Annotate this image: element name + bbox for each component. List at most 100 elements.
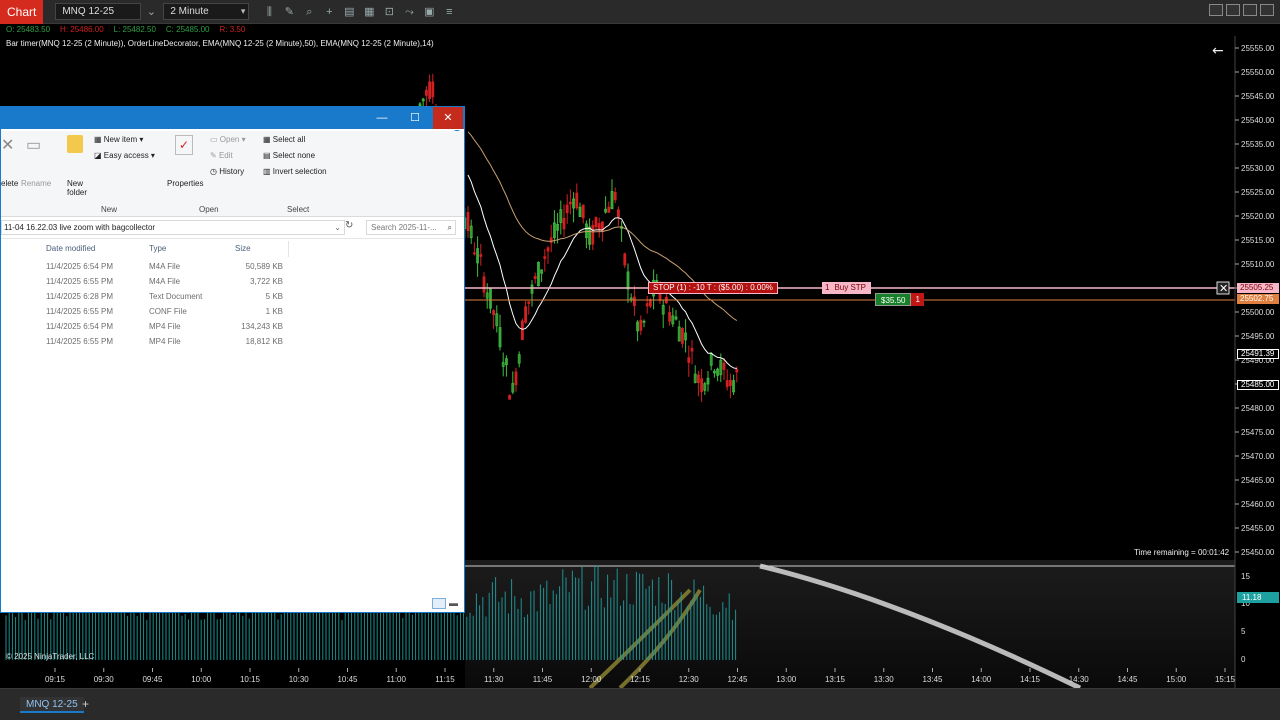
list-item[interactable]: 11/4/2025 6:55 PM M4A File 3,722 KB xyxy=(1,274,464,289)
column-size[interactable]: Size xyxy=(235,244,251,253)
buy-stop-tag[interactable]: 1 Buy STP xyxy=(822,282,872,294)
delete-button[interactable]: elete xyxy=(1,179,18,188)
close-icon[interactable]: ✕ xyxy=(433,107,463,129)
stop-price-tag-upper: 25505.25 xyxy=(1237,283,1279,293)
candle-body xyxy=(690,347,694,352)
open-button[interactable]: ▭ Open ▾ xyxy=(210,135,246,144)
properties-icon[interactable]: ▦ xyxy=(359,3,379,21)
draw-tool-icon[interactable]: ✎ xyxy=(279,3,299,21)
volume-tick-label: 15 xyxy=(1241,572,1250,581)
new-folder-button[interactable]: New folder xyxy=(67,179,95,197)
candle-body xyxy=(527,301,531,304)
templates-icon[interactable]: ▤ xyxy=(339,3,359,21)
candle-body xyxy=(546,247,550,252)
window-controls xyxy=(1209,4,1274,16)
search-input[interactable]: Search 2025-11-... ⌕ xyxy=(366,220,456,235)
select-all-label: Select all xyxy=(272,135,306,144)
strategies-icon[interactable]: ⊡ xyxy=(379,3,399,21)
invert-selection-button[interactable]: ▥ Invert selection xyxy=(263,167,327,176)
file-size: 134,243 KB xyxy=(241,322,283,331)
chevron-down-icon[interactable]: ⌄ xyxy=(141,3,161,21)
easy-access-button[interactable]: ◪ Easy access ▾ xyxy=(94,151,155,160)
refresh-icon[interactable]: ↻ xyxy=(345,220,353,231)
candle-body xyxy=(521,320,524,341)
chart-trader-icon[interactable]: ▣ xyxy=(419,3,439,21)
candle-body xyxy=(533,275,537,280)
price-tick-label: 25495.00 xyxy=(1241,332,1275,341)
candle-body xyxy=(645,303,649,307)
bar-type-icon[interactable]: ⫼ xyxy=(259,3,279,21)
edit-button[interactable]: ✎ Edit xyxy=(210,151,233,160)
ohlc-close: C: 25485.00 xyxy=(165,25,210,34)
indicators-icon[interactable]: ⤳ xyxy=(399,3,419,21)
properties-button[interactable]: Properties xyxy=(167,179,203,188)
zoom-icon[interactable]: ⌕ xyxy=(299,3,319,21)
tab-mnq[interactable]: MNQ 12-25 xyxy=(20,697,84,713)
new-folder-icon xyxy=(67,135,83,153)
list-item[interactable]: 11/4/2025 6:54 PM MP4 File 134,243 KB xyxy=(1,319,464,334)
screen: 25555.00 25550.00 25545.00 25540.00 25535.00… xyxy=(0,0,1280,720)
details-view-icon[interactable] xyxy=(432,598,446,609)
candle-body xyxy=(492,310,496,316)
file-explorer-window[interactable]: — ☐ ✕ ? ✕ elete ▭ Rename New folder ▦ Ne… xyxy=(0,106,465,613)
column-date-modified[interactable]: Date modified xyxy=(46,244,95,253)
tile-icon[interactable] xyxy=(1209,4,1223,16)
time-tick-label: 15:00 xyxy=(1166,675,1187,684)
time-tick-label: 13:15 xyxy=(825,675,846,684)
maximize-icon[interactable]: ☐ xyxy=(400,107,430,129)
properties-icon: ✓ xyxy=(175,135,193,155)
minimize-icon[interactable]: — xyxy=(367,107,397,129)
price-tick-label: 25460.00 xyxy=(1241,500,1275,509)
close-icon[interactable] xyxy=(1260,4,1274,16)
stop-order-label[interactable]: STOP (1) : -10 T : ($5.00) : 0.00% xyxy=(648,282,778,294)
price-tick-label: 25450.00 xyxy=(1241,548,1275,557)
instrument-selector[interactable]: MNQ 12-25 xyxy=(55,3,142,20)
crosshair-icon[interactable]: + xyxy=(319,3,339,21)
price-tick-label: 25530.00 xyxy=(1241,164,1275,173)
maximize-icon[interactable] xyxy=(1243,4,1257,16)
file-type: MP4 File xyxy=(149,322,181,331)
file-date: 11/4/2025 6:54 PM xyxy=(46,322,114,331)
rename-icon: ▭ xyxy=(26,137,42,154)
list-item[interactable]: 11/4/2025 6:55 PM MP4 File 18,812 KB xyxy=(1,334,464,349)
add-tab-icon[interactable]: + xyxy=(82,697,89,711)
candle-body xyxy=(424,89,428,96)
column-type[interactable]: Type xyxy=(149,244,166,253)
position-tag[interactable]: $35.50 1 xyxy=(875,293,924,306)
list-item[interactable]: 11/4/2025 6:55 PM CONF File 1 KB xyxy=(1,304,464,319)
large-icons-view-icon[interactable]: ▬ xyxy=(449,598,461,609)
price-tick-label: 25510.00 xyxy=(1241,260,1275,269)
explorer-title-bar[interactable]: — ☐ ✕ xyxy=(1,107,464,129)
time-tick-label: 12:15 xyxy=(630,675,651,684)
candle-body xyxy=(569,201,572,205)
time-remaining: Time remaining = 00:01:42 xyxy=(1134,548,1230,557)
time-tick-label: 14:00 xyxy=(971,675,992,684)
ribbon: ✕ elete ▭ Rename New folder ▦ New item ▾… xyxy=(1,131,464,217)
arrow-left-icon[interactable]: ← xyxy=(1212,43,1224,59)
list-item[interactable]: 11/4/2025 6:28 PM Text Document 5 KB xyxy=(1,289,464,304)
invert-selection-label: Invert selection xyxy=(272,167,327,176)
ohlc-high: H: 25486.00 xyxy=(60,25,104,34)
time-tick-label: 09:45 xyxy=(142,675,163,684)
rename-button[interactable]: Rename xyxy=(21,179,51,188)
list-item[interactable]: 11/4/2025 6:54 PM M4A File 50,589 KB xyxy=(1,259,464,274)
new-item-button[interactable]: ▦ New item ▾ xyxy=(94,135,143,144)
minimize-icon[interactable] xyxy=(1226,4,1240,16)
candle-body xyxy=(482,276,486,293)
file-size: 50,589 KB xyxy=(245,262,283,271)
chevron-down-icon[interactable]: ⌄ xyxy=(334,221,341,234)
address-bar[interactable]: 11-04 16.22.03 live zoom with bagcollect… xyxy=(1,220,345,235)
candle-body xyxy=(524,306,527,323)
select-all-button[interactable]: ▦ Select all xyxy=(263,135,305,144)
interval-selector[interactable]: 2 Minute ▾ xyxy=(163,3,250,20)
chart-tab[interactable]: Chart xyxy=(0,0,44,24)
candle-body xyxy=(633,296,636,307)
select-none-button[interactable]: ▤ Select none xyxy=(263,151,315,160)
candle-body xyxy=(543,256,547,259)
history-button[interactable]: ◷ History xyxy=(210,167,244,176)
menu-icon[interactable]: ≡ xyxy=(439,3,459,21)
file-list: 11/4/2025 6:54 PM M4A File 50,589 KB 11/4/… xyxy=(1,259,464,349)
candle-body xyxy=(639,319,643,331)
column-headers: Date modified Type Size xyxy=(1,241,464,257)
candle-body xyxy=(700,378,703,393)
